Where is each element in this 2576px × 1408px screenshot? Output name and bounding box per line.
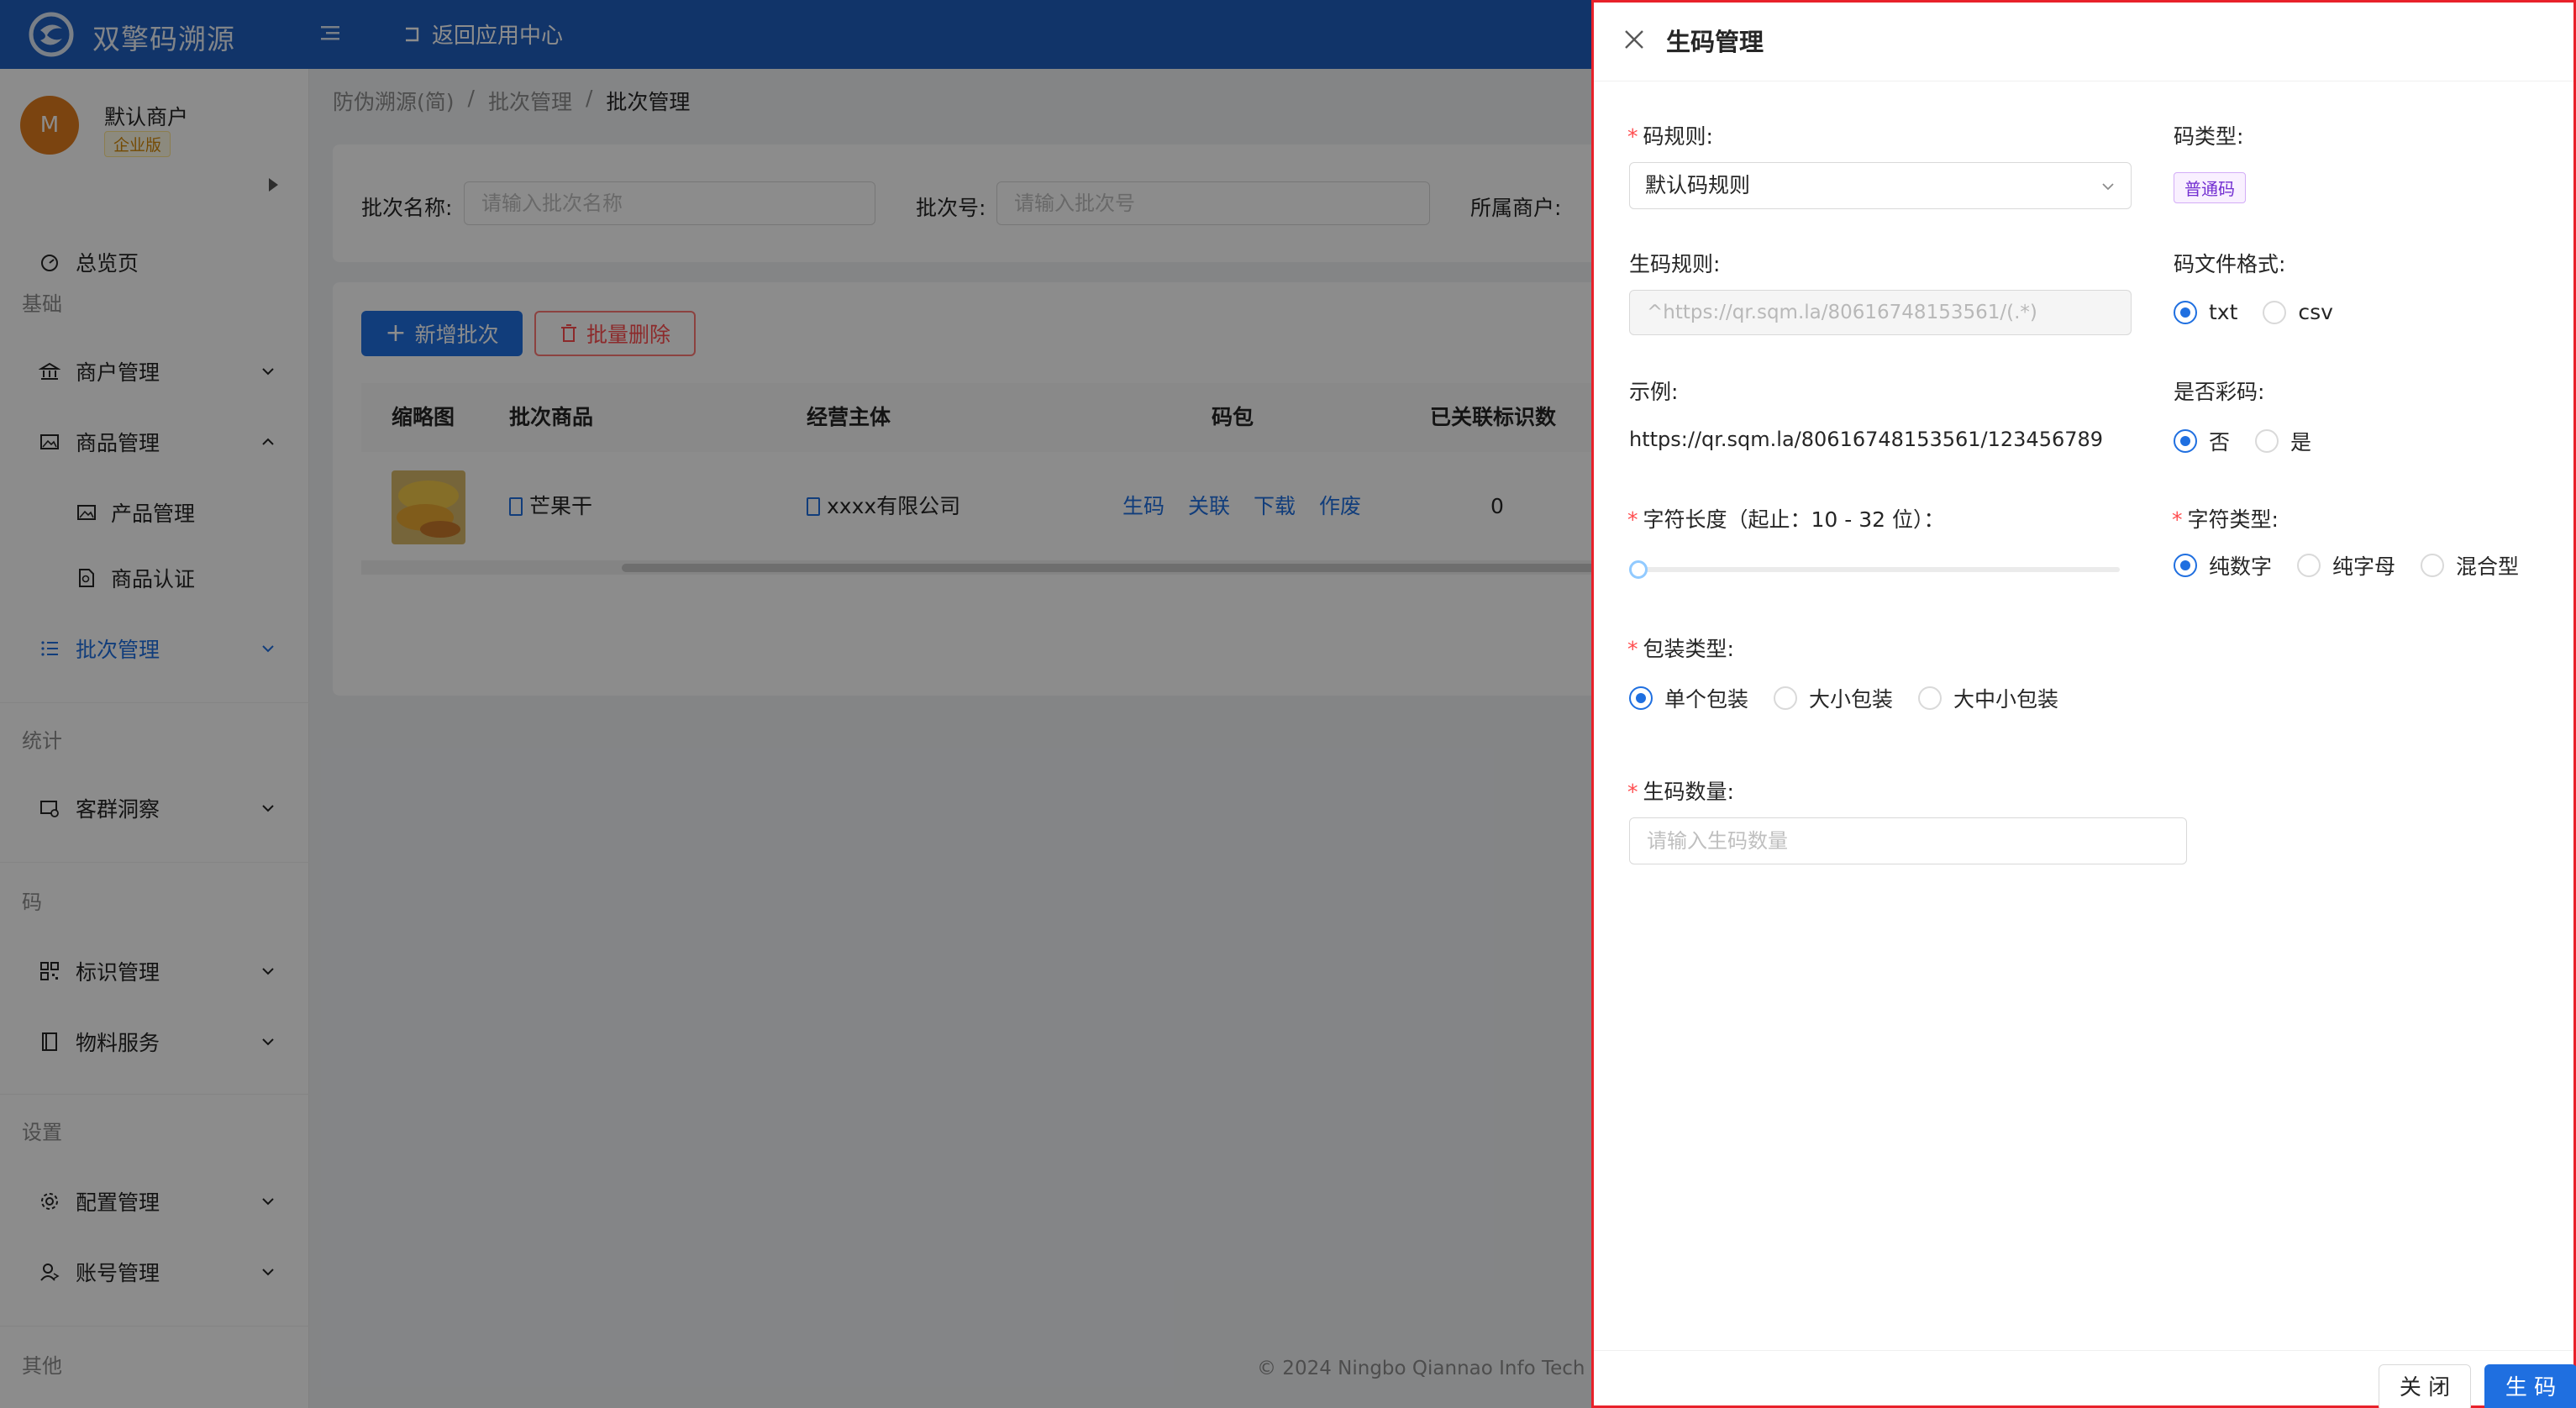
radio-checked[interactable]	[2174, 300, 2197, 324]
radio-checked[interactable]	[1629, 686, 1653, 710]
code-rule-label: * 码规则:	[1627, 124, 1713, 149]
radio-unchecked[interactable]	[1918, 686, 1943, 710]
radio-unchecked[interactable]	[2297, 554, 2321, 577]
code-generation-drawer: 生码管理 * 码规则: 默认码规则 码类型: 普通码 生码规则: ^https:/…	[1591, 0, 2576, 1408]
radio-yes[interactable]: 是	[2255, 426, 2311, 456]
drawer-footer: 关 闭 生 码	[1594, 1350, 2576, 1408]
close-icon[interactable]	[1622, 28, 1646, 51]
generate-button[interactable]: 生 码	[2484, 1364, 2576, 1408]
color-code-label: 是否彩码:	[2174, 380, 2265, 404]
radio-txt[interactable]: txt	[2174, 300, 2237, 324]
radio-unchecked[interactable]	[2255, 429, 2279, 453]
required-mark: *	[1627, 124, 1638, 149]
radio-mixed[interactable]: 混合型	[2421, 550, 2519, 581]
char-type-label: * 字符类型:	[2172, 507, 2279, 532]
required-mark: *	[1627, 507, 1638, 532]
slider-rail[interactable]	[1629, 567, 2120, 572]
char-length-label: * 字符长度（起止：10 - 32 位）：	[1627, 507, 1945, 532]
radio-unchecked[interactable]	[1774, 686, 1798, 710]
required-mark: *	[1627, 780, 1638, 804]
package-type-radio-group: 单个包装 大小包装 大中小包装	[1629, 683, 2084, 713]
quantity-input[interactable]: 请输入生码数量	[1629, 817, 2187, 864]
code-rule-select[interactable]: 默认码规则	[1629, 162, 2132, 209]
radio-no[interactable]: 否	[2174, 426, 2230, 456]
char-type-radio-group: 纯数字 纯字母 混合型	[2174, 550, 2544, 581]
radio-unchecked[interactable]	[2421, 554, 2445, 577]
radio-alpha[interactable]: 纯字母	[2297, 550, 2395, 581]
gen-rule-input: ^https://qr.sqm.la/80616748153561/(.*)	[1629, 290, 2132, 335]
required-mark: *	[1627, 637, 1638, 661]
quantity-label: * 生码数量:	[1627, 780, 1734, 804]
char-length-slider[interactable]	[1629, 560, 2120, 579]
close-button[interactable]: 关 闭	[2379, 1364, 2471, 1408]
code-type-label: 码类型:	[2174, 124, 2244, 149]
radio-csv[interactable]: csv	[2263, 300, 2333, 324]
radio-big-mid-small-pack[interactable]: 大中小包装	[1918, 683, 2058, 713]
gen-rule-label: 生码规则:	[1629, 252, 1721, 276]
drawer-title: 生码管理	[1666, 28, 1764, 56]
code-type-tag: 普通码	[2174, 172, 2246, 203]
color-code-radio-group: 否 是	[2174, 426, 2337, 456]
file-format-label: 码文件格式:	[2174, 252, 2286, 276]
radio-checked[interactable]	[2174, 429, 2197, 453]
chevron-down-icon	[2102, 183, 2114, 191]
code-rule-value: 默认码规则	[1645, 173, 1751, 197]
radio-unchecked[interactable]	[2263, 300, 2287, 324]
example-label: 示例:	[1629, 380, 1679, 404]
drawer-header: 生码管理	[1594, 3, 2573, 81]
example-value: https://qr.sqm.la/80616748153561/1234567…	[1629, 428, 2104, 451]
file-format-radio-group: txt csv	[2174, 300, 2358, 324]
package-type-label: * 包装类型:	[1627, 637, 1734, 661]
radio-numeric[interactable]: 纯数字	[2174, 550, 2272, 581]
radio-big-small-pack[interactable]: 大小包装	[1774, 683, 1893, 713]
radio-single-pack[interactable]: 单个包装	[1629, 683, 1748, 713]
required-mark: *	[2172, 507, 2183, 532]
radio-checked[interactable]	[2174, 554, 2197, 577]
slider-handle[interactable]	[1629, 560, 1648, 579]
